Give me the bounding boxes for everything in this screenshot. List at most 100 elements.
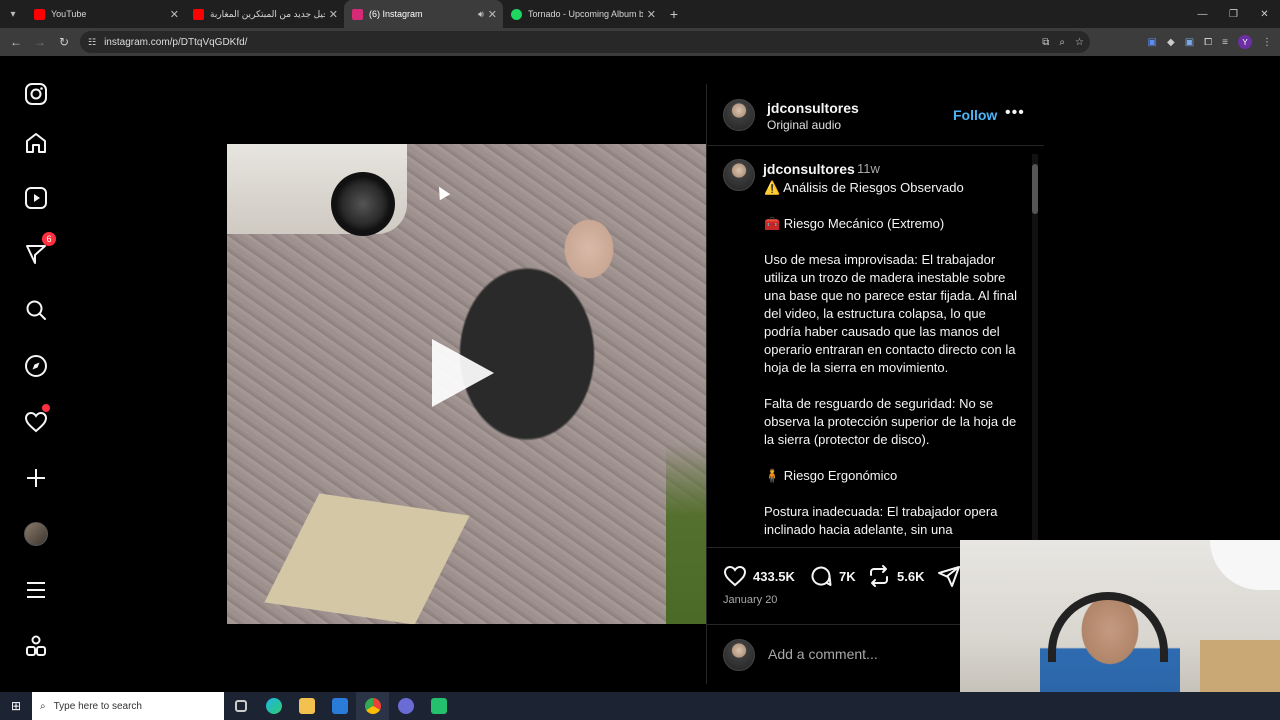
profile-avatar-icon[interactable]: Y [1238, 35, 1252, 49]
speaker-icon[interactable]: 🔊︎ [478, 9, 484, 20]
profile-avatar[interactable] [20, 518, 52, 550]
tab-youtube-arabic[interactable]: جيل جديد من المبتكرين المغاربة ✕ [185, 0, 344, 28]
tab-search-icon[interactable]: ▾ [0, 0, 26, 28]
close-window-icon[interactable]: ✕ [1249, 0, 1280, 28]
tab-youtube[interactable]: YouTube ✕ [26, 0, 185, 28]
reels-icon[interactable] [20, 182, 52, 214]
tab-title: جيل جديد من المبتكرين المغاربة [210, 8, 325, 19]
explore-compass-icon[interactable] [20, 350, 52, 382]
taskbar-search-input[interactable]: ⌕ Type here to search [32, 692, 224, 720]
media-control-icon[interactable]: ≡ [1222, 37, 1228, 48]
post-time-ago[interactable]: 11w [857, 161, 880, 176]
caption-line: ⚠️ Análisis de Riesgos Observado [764, 180, 964, 195]
extensions-bar: ▣ ◆ ▣ ⧠ ≡ Y ⋮ [1148, 28, 1272, 56]
caption-author-avatar[interactable] [723, 159, 755, 191]
comment-button[interactable]: 7K [809, 564, 856, 588]
share-button[interactable] [937, 564, 961, 588]
comment-input[interactable]: Add a comment... [768, 646, 878, 662]
caption-line: 🧰 Riesgo Mecánico (Extremo) [764, 216, 945, 231]
notification-badge: 6 [42, 232, 56, 246]
app-green-icon[interactable] [422, 692, 455, 720]
tab-title: YouTube [51, 9, 87, 19]
post-header: jdconsultores Original audio Follow ••• [707, 84, 1044, 146]
taskbar-search-placeholder: Type here to search [53, 700, 142, 712]
like-button[interactable]: 433.5K [723, 564, 795, 588]
author-username[interactable]: jdconsultores [767, 100, 859, 116]
back-icon[interactable]: ← [4, 28, 28, 56]
caption-line: 🧍 Riesgo Ergonómico [764, 468, 898, 483]
translate-extension-icon[interactable]: ▣ [1148, 37, 1157, 48]
tab-spotify[interactable]: Tornado - Upcoming Album by ✕ [503, 0, 662, 28]
spotify-icon [511, 8, 522, 20]
caption-username[interactable]: jdconsultores [763, 161, 855, 177]
comment-count: 7K [839, 568, 856, 584]
minimize-icon[interactable]: — [1187, 0, 1218, 28]
caption-area: jdconsultores 11w ⚠️ Análisis de Riesgos… [707, 147, 1044, 547]
tab-instagram[interactable]: (6) Instagram 🔊︎ ✕ [344, 0, 503, 28]
browser-menu-icon[interactable]: ⋮ [1262, 37, 1272, 48]
browser-tab-strip: ▾ YouTube ✕ جيل جديد من المبتكرين المغار… [0, 0, 1280, 28]
author-avatar[interactable] [723, 99, 755, 131]
extension-image-icon[interactable]: ▣ [1185, 37, 1194, 48]
site-info-icon[interactable]: ☷ [88, 37, 96, 48]
caption-scrollbar[interactable] [1032, 154, 1038, 544]
home-icon[interactable] [20, 127, 52, 159]
notifications-heart-icon[interactable] [20, 404, 52, 438]
tab-title: (6) Instagram [369, 9, 423, 19]
restore-icon[interactable]: ❐ [1218, 0, 1249, 28]
windows-taskbar: ⊞ ⌕ Type here to search [0, 692, 1280, 720]
install-app-icon[interactable]: ⧉ [1042, 37, 1049, 48]
video-player[interactable]: 🔊︎ [227, 84, 706, 684]
video-frame[interactable]: 🔊︎ [227, 144, 706, 624]
search-icon: ⌕ [40, 700, 46, 712]
url-field[interactable]: ☷ instagram.com/p/DTtqVqGDKfd/ ⧉ ⌕ ☆ [80, 31, 1090, 53]
messages-icon[interactable]: 6 [20, 232, 56, 270]
reload-icon[interactable]: ↻ [52, 28, 76, 56]
extension-diamond-icon[interactable]: ◆ [1167, 37, 1175, 48]
extensions-puzzle-icon[interactable]: ⧠ [1204, 37, 1212, 48]
omnibox-icons: ⧉ ⌕ ☆ [1042, 31, 1084, 53]
post-dialog: 🔊︎ jdconsultores Original audio Follow •… [227, 84, 1044, 684]
app-icon[interactable] [389, 692, 422, 720]
video-box-shape [264, 493, 470, 624]
close-icon[interactable]: ✕ [170, 8, 179, 21]
notification-dot [42, 404, 50, 412]
share-icon [938, 566, 960, 587]
post-date[interactable]: January 20 [723, 594, 777, 606]
more-options-icon[interactable]: ••• [1005, 104, 1025, 122]
more-menu-icon[interactable] [20, 574, 52, 606]
video-wheel-shape [331, 172, 395, 236]
also-from-meta-icon[interactable] [20, 630, 52, 662]
follow-button[interactable]: Follow [953, 107, 997, 123]
instagram-logo-icon[interactable] [20, 78, 52, 110]
close-icon[interactable]: ✕ [329, 8, 338, 21]
audio-label[interactable]: Original audio [767, 118, 841, 132]
close-icon[interactable]: ✕ [488, 8, 497, 21]
chrome-icon[interactable] [356, 692, 389, 720]
new-tab-button[interactable]: + [662, 6, 686, 22]
heart-icon [723, 565, 747, 587]
store-icon[interactable] [323, 692, 356, 720]
close-icon[interactable]: ✕ [647, 8, 656, 21]
task-view-icon[interactable] [224, 692, 257, 720]
windows-start-icon[interactable]: ⊞ [0, 692, 32, 720]
url-text: instagram.com/p/DTtqVqGDKfd/ [104, 36, 248, 48]
instagram-sidebar: 6 [0, 56, 72, 692]
search-icon[interactable] [20, 294, 52, 326]
zoom-icon[interactable]: ⌕ [1059, 37, 1065, 48]
create-plus-icon[interactable] [20, 462, 52, 494]
play-icon[interactable] [432, 339, 494, 407]
bookmark-star-icon[interactable]: ☆ [1075, 37, 1084, 48]
address-bar-row: ← → ↻ ☷ instagram.com/p/DTtqVqGDKfd/ ⧉ ⌕… [0, 28, 1280, 56]
edge-icon[interactable] [257, 692, 290, 720]
comment-icon [811, 566, 832, 586]
video-grass-shape [666, 444, 706, 624]
youtube-icon [193, 8, 204, 20]
instagram-icon [352, 8, 363, 20]
youtube-icon [34, 8, 45, 20]
file-explorer-icon[interactable] [290, 692, 323, 720]
caption-text: ⚠️ Análisis de Riesgos Observado 🧰 Riesg… [764, 179, 1024, 547]
forward-icon[interactable]: → [28, 28, 52, 56]
repost-button[interactable]: 5.6K [867, 564, 924, 588]
scrollbar-thumb[interactable] [1032, 164, 1038, 214]
